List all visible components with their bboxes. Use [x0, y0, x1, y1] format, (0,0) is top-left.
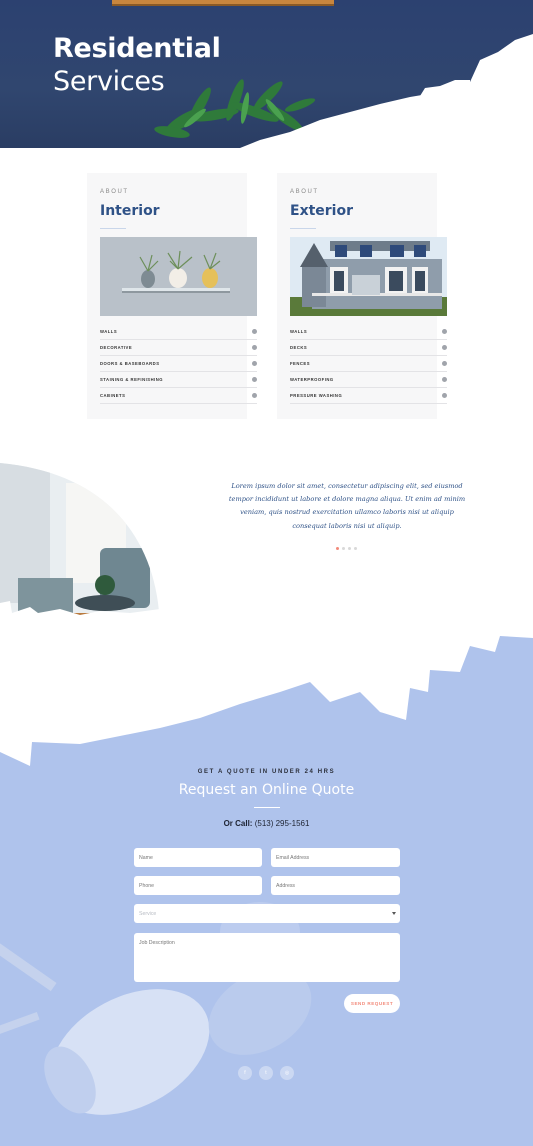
arrow-icon: [252, 329, 257, 334]
card-title-underline: [290, 228, 316, 229]
living-room-arc-image: [0, 463, 160, 633]
phone-number[interactable]: (513) 295-1561: [255, 819, 310, 828]
hero-banner: Residential Services: [0, 0, 533, 148]
list-item[interactable]: PRESSURE WASHING: [290, 388, 447, 404]
chevron-down-icon: [392, 912, 396, 915]
list-item-label: STAINING & REFINISHING: [100, 377, 164, 382]
call-label: Or Call:: [223, 819, 253, 828]
quote-title: Request an Online Quote: [178, 782, 355, 798]
list-item-label: DECKS: [290, 345, 308, 350]
send-request-button[interactable]: SEND REQUEST: [344, 994, 400, 1013]
list-item[interactable]: FENCES: [290, 356, 447, 372]
testimonial-quote: Lorem ipsum dolor sit amet, consectetur …: [228, 482, 466, 530]
service-select[interactable]: Service: [134, 904, 400, 923]
list-item-label: PRESSURE WASHING: [290, 393, 343, 398]
arrow-icon: [442, 329, 447, 334]
list-item[interactable]: DOORS & BASEBOARDS: [100, 356, 257, 372]
hero-title-line2: Services: [53, 66, 165, 97]
exterior-card: ABOUT Exterior WALLS DECKS FENCES WATERP…: [277, 173, 447, 419]
name-field[interactable]: Name: [134, 848, 262, 867]
interior-photo: [100, 237, 257, 316]
social-links: f t ◎: [238, 1066, 294, 1080]
slider-dot[interactable]: [354, 547, 357, 550]
exterior-service-list: WALLS DECKS FENCES WATERPROOFING PRESSUR…: [290, 324, 447, 404]
list-item[interactable]: WALLS: [290, 324, 447, 340]
arrow-icon: [442, 345, 447, 350]
slider-dot[interactable]: [336, 547, 339, 550]
service-select-label: Service: [139, 910, 157, 917]
arrow-icon: [252, 345, 257, 350]
card-title: Interior: [100, 203, 160, 219]
quote-eyebrow: GET A QUOTE IN UNDER 24 HRS: [197, 769, 336, 775]
arrow-icon: [252, 377, 257, 382]
slider-dots: [336, 547, 357, 550]
list-item[interactable]: DECKS: [290, 340, 447, 356]
phone-field[interactable]: Phone: [134, 876, 262, 895]
card-eyebrow: ABOUT: [290, 189, 319, 195]
card-eyebrow: ABOUT: [100, 189, 129, 195]
arrow-icon: [252, 361, 257, 366]
arrow-icon: [442, 361, 447, 366]
call-line: Or Call: (513) 295-1561: [0, 819, 533, 828]
quote-title-underline: [254, 807, 280, 808]
list-item-label: WALLS: [290, 329, 308, 334]
list-item[interactable]: CABINETS: [100, 388, 257, 404]
list-item-label: DECORATIVE: [100, 345, 133, 350]
list-item[interactable]: WALLS: [100, 324, 257, 340]
slider-dot[interactable]: [348, 547, 351, 550]
facebook-icon[interactable]: f: [238, 1066, 252, 1080]
exterior-photo: [290, 237, 447, 316]
list-item-label: DOORS & BASEBOARDS: [100, 361, 160, 366]
address-field[interactable]: Address: [271, 876, 400, 895]
slider-dot[interactable]: [342, 547, 345, 550]
arrow-icon: [442, 377, 447, 382]
list-item-label: CABINETS: [100, 393, 126, 398]
twitter-icon[interactable]: t: [259, 1066, 273, 1080]
list-item-label: FENCES: [290, 361, 310, 366]
list-item-label: WALLS: [100, 329, 118, 334]
interior-service-list: WALLS DECORATIVE DOORS & BASEBOARDS STAI…: [100, 324, 257, 404]
card-title-underline: [100, 228, 126, 229]
job-description-field[interactable]: Job Description: [134, 933, 400, 982]
interior-card: ABOUT Interior WALLS DECORATIVE DOORS & …: [87, 173, 257, 419]
list-item[interactable]: DECORATIVE: [100, 340, 257, 356]
arrow-icon: [252, 393, 257, 398]
instagram-icon[interactable]: ◎: [280, 1066, 294, 1080]
list-item[interactable]: STAINING & REFINISHING: [100, 372, 257, 388]
hero-title-line1: Residential: [53, 33, 221, 64]
arrow-icon: [442, 393, 447, 398]
list-item[interactable]: WATERPROOFING: [290, 372, 447, 388]
card-title: Exterior: [290, 203, 354, 219]
list-item-label: WATERPROOFING: [290, 377, 334, 382]
email-field[interactable]: Email Address: [271, 848, 400, 867]
